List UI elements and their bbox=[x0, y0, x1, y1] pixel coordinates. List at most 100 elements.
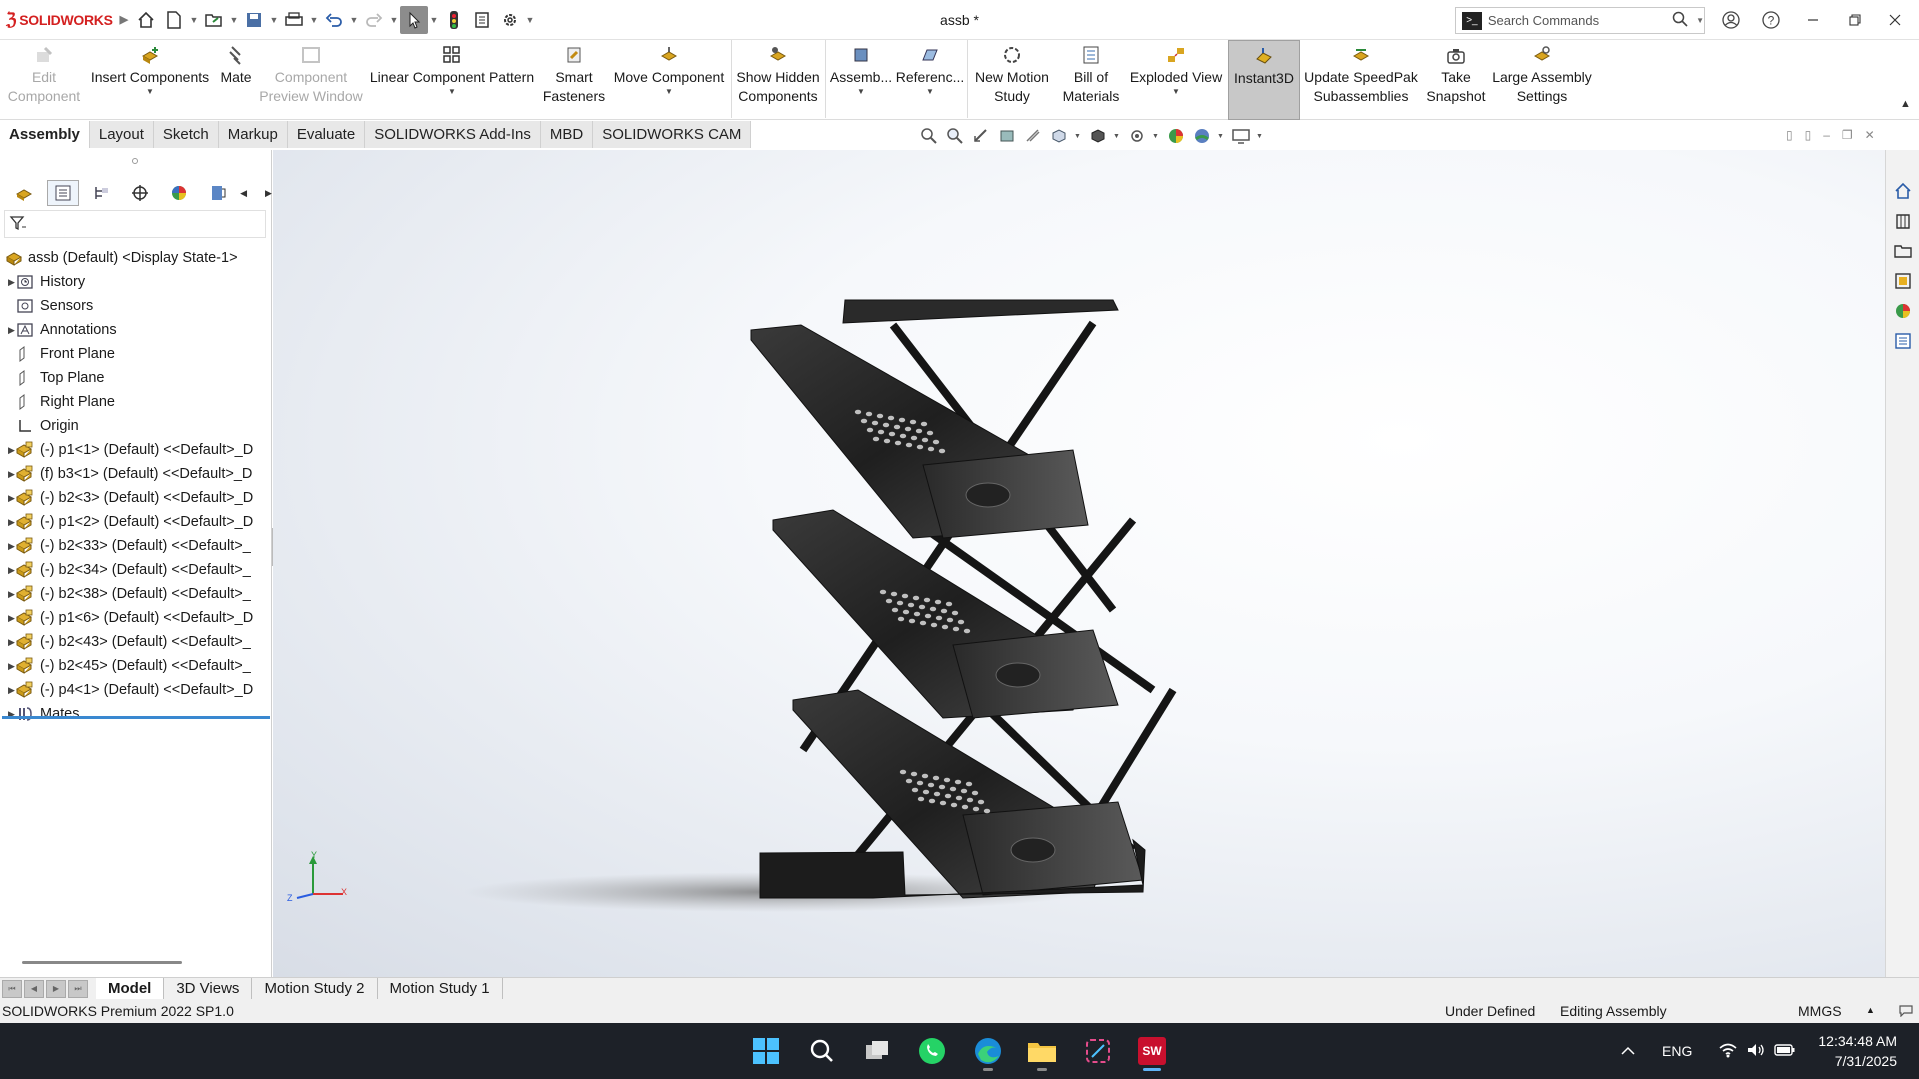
expand-arrow-icon[interactable]: ▶ bbox=[0, 517, 15, 528]
options-gear-icon[interactable] bbox=[496, 6, 524, 34]
file-explorer-icon[interactable] bbox=[1891, 240, 1915, 262]
solidworks-logo[interactable]: ℨ SOLIDWORKS ▶ bbox=[0, 10, 132, 30]
units-up-icon[interactable]: ▲ bbox=[1866, 1005, 1875, 1015]
battery-icon[interactable] bbox=[1774, 1043, 1796, 1060]
mate-button[interactable]: Mate bbox=[214, 40, 258, 120]
dynamic-annotation-icon[interactable] bbox=[1022, 126, 1043, 147]
task-view-icon[interactable] bbox=[858, 1031, 898, 1071]
redo-icon[interactable] bbox=[360, 6, 388, 34]
volume-icon[interactable] bbox=[1746, 1042, 1766, 1061]
tree-item-b2-34-default-default[interactable]: ▶ (-) b2<34> (Default) <<Default>_ bbox=[0, 558, 272, 582]
tree-item-b2-38-default-default[interactable]: ▶ (-) b2<38> (Default) <<Default>_ bbox=[0, 582, 272, 606]
view-orientation-icon[interactable] bbox=[1048, 126, 1069, 147]
viewport-close-icon[interactable]: ✕ bbox=[1865, 128, 1875, 142]
move-component-button[interactable]: Move Component ▼ bbox=[610, 40, 728, 120]
view-orientation-dropdown-icon[interactable]: ▼ bbox=[1074, 133, 1082, 140]
feature-manager-tab-icon[interactable] bbox=[8, 180, 41, 206]
viewport-restore-icon[interactable]: ❐ bbox=[1842, 128, 1853, 142]
expand-arrow-icon[interactable]: ▶ bbox=[0, 661, 15, 672]
edge-browser-icon[interactable] bbox=[968, 1031, 1008, 1071]
search-dropdown-icon[interactable]: ▼ bbox=[1696, 16, 1704, 25]
design-library-icon[interactable] bbox=[1891, 210, 1915, 232]
language-indicator[interactable]: ENG bbox=[1662, 1043, 1692, 1059]
update-speedpak-button[interactable]: Update SpeedPak Subassemblies bbox=[1302, 40, 1420, 120]
tile-left-icon[interactable]: ▯ bbox=[1786, 128, 1793, 142]
tree-item-b2-45-default-default[interactable]: ▶ (-) b2<45> (Default) <<Default>_ bbox=[0, 654, 272, 678]
exploded-view-button[interactable]: Exploded View ▼ bbox=[1128, 40, 1224, 120]
property-manager-tab-icon[interactable] bbox=[46, 180, 80, 206]
move-component-dropdown-icon[interactable]: ▼ bbox=[665, 87, 673, 97]
display-style-icon[interactable] bbox=[1087, 126, 1108, 147]
file-properties-icon[interactable] bbox=[468, 6, 496, 34]
tree-item-right-plane[interactable]: Right Plane bbox=[0, 390, 272, 414]
tab-assembly[interactable]: Assembly bbox=[0, 121, 90, 148]
display-manager-tab-icon[interactable] bbox=[163, 180, 196, 206]
home-icon[interactable] bbox=[132, 6, 160, 34]
menu-arrow-icon[interactable]: ▶ bbox=[120, 13, 128, 26]
panel-grip[interactable] bbox=[132, 158, 138, 164]
zoom-to-area-icon[interactable] bbox=[944, 126, 965, 147]
assembly-features-dropdown-icon[interactable]: ▼ bbox=[857, 87, 865, 97]
expand-arrow-icon[interactable]: ▶ bbox=[0, 493, 15, 504]
new-dropdown-icon[interactable]: ▼ bbox=[188, 15, 200, 25]
undo-dropdown-icon[interactable]: ▼ bbox=[348, 15, 360, 25]
undo-icon[interactable] bbox=[320, 6, 348, 34]
custom-properties-icon[interactable] bbox=[1891, 330, 1915, 352]
view-settings-icon[interactable] bbox=[1230, 126, 1251, 147]
start-windows-icon[interactable] bbox=[746, 1031, 786, 1071]
reference-geometry-button[interactable]: Referenc... ▼ bbox=[896, 40, 964, 120]
tree-root[interactable]: assb (Default) <Display State-1> bbox=[0, 246, 272, 270]
filter-icon[interactable] bbox=[9, 215, 27, 234]
snipping-tool-icon[interactable] bbox=[1078, 1031, 1118, 1071]
tab-markup[interactable]: Markup bbox=[218, 121, 288, 148]
tab-solidworks-cam[interactable]: SOLIDWORKS CAM bbox=[593, 121, 752, 148]
tree-item-b2-3-default-default-d[interactable]: ▶ (-) b2<3> (Default) <<Default>_D bbox=[0, 486, 272, 510]
edit-appearance-icon[interactable] bbox=[1165, 126, 1186, 147]
options-dropdown-icon[interactable]: ▼ bbox=[524, 15, 536, 25]
display-style-dropdown-icon[interactable]: ▼ bbox=[1113, 133, 1121, 140]
tab-mbd[interactable]: MBD bbox=[540, 121, 594, 148]
bill-of-materials-button[interactable]: Bill of Materials bbox=[1056, 40, 1126, 120]
clock[interactable]: 12:34:48 AM 7/31/2025 bbox=[1818, 1031, 1919, 1071]
restore-icon[interactable] bbox=[1842, 8, 1868, 32]
units-selector[interactable]: MMGS bbox=[1798, 1003, 1842, 1019]
search-icon[interactable] bbox=[1672, 11, 1688, 30]
component-preview-button[interactable]: Component Preview Window bbox=[258, 40, 364, 120]
expand-arrow-icon[interactable]: ▶ bbox=[0, 277, 15, 288]
linear-pattern-dropdown-icon[interactable]: ▼ bbox=[448, 87, 456, 97]
take-snapshot-button[interactable]: Take Snapshot bbox=[1424, 40, 1488, 120]
instant3d-button[interactable]: Instant3D bbox=[1228, 40, 1300, 120]
taskbar-search-icon[interactable] bbox=[802, 1031, 842, 1071]
hide-show-items-icon[interactable] bbox=[1126, 126, 1147, 147]
search-commands-input[interactable] bbox=[1487, 13, 1667, 28]
tab-3d-views[interactable]: 3D Views bbox=[164, 977, 253, 1000]
file-explorer-taskbar-icon[interactable] bbox=[1022, 1031, 1062, 1071]
quick-tips-icon[interactable] bbox=[1898, 1003, 1914, 1020]
expand-arrow-icon[interactable]: ▶ bbox=[0, 445, 15, 456]
select-arrow-icon[interactable] bbox=[400, 5, 428, 34]
insert-components-dropdown-icon[interactable]: ▼ bbox=[146, 87, 154, 97]
tree-filter[interactable] bbox=[4, 210, 266, 238]
show-hidden-icons-chevron[interactable] bbox=[1620, 1043, 1636, 1059]
exploded-view-dropdown-icon[interactable]: ▼ bbox=[1172, 87, 1180, 97]
new-document-icon[interactable] bbox=[160, 6, 188, 34]
tree-item-b2-33-default-default[interactable]: ▶ (-) b2<33> (Default) <<Default>_ bbox=[0, 534, 272, 558]
insert-components-button[interactable]: Insert Components ▼ bbox=[88, 40, 212, 120]
tree-item-annotations[interactable]: ▶ Annotations bbox=[0, 318, 272, 342]
select-dropdown-icon[interactable]: ▼ bbox=[428, 15, 440, 25]
whatsapp-icon[interactable] bbox=[912, 1031, 952, 1071]
cam-tab-icon[interactable] bbox=[201, 180, 234, 206]
expand-arrow-icon[interactable]: ▶ bbox=[0, 469, 15, 480]
assembly-features-button[interactable]: Assemb... ▼ bbox=[828, 40, 894, 120]
hide-show-dropdown-icon[interactable]: ▼ bbox=[1152, 133, 1160, 140]
open-document-icon[interactable] bbox=[200, 6, 228, 34]
save-icon[interactable] bbox=[240, 6, 268, 34]
show-hidden-components-button[interactable]: Show Hidden Components bbox=[734, 40, 822, 120]
minimize-icon[interactable] bbox=[1800, 8, 1826, 32]
solidworks-taskbar-icon[interactable]: SW bbox=[1132, 1031, 1172, 1071]
tree-item-f-b3-1-default-default-d[interactable]: ▶ (f) b3<1> (Default) <<Default>_D bbox=[0, 462, 272, 486]
prev-tab-icon[interactable]: ◀ bbox=[24, 979, 44, 998]
tab-sketch[interactable]: Sketch bbox=[153, 121, 219, 148]
wifi-icon[interactable] bbox=[1718, 1042, 1738, 1061]
appearances-icon[interactable] bbox=[1891, 300, 1915, 322]
